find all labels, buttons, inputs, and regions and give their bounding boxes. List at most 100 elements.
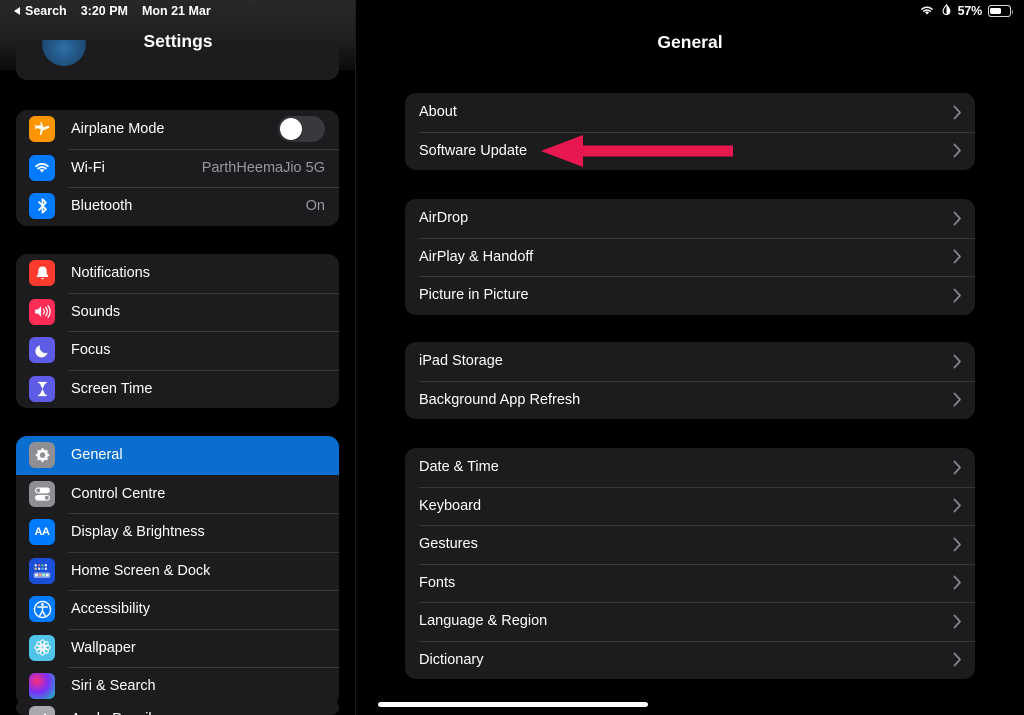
back-triangle-icon[interactable] <box>14 7 20 15</box>
detail-row-about[interactable]: About <box>405 93 975 132</box>
detail-group-device-info: About Software Update <box>405 93 975 170</box>
home-grid-icon <box>29 558 55 584</box>
detail-row-label: Background App Refresh <box>419 392 580 408</box>
sidebar-item-label: Home Screen & Dock <box>71 563 210 579</box>
ipad-settings-screen: Search 3:20 PM Mon 21 Mar 57% <box>0 0 1024 715</box>
detail-row-ipad-storage[interactable]: iPad Storage <box>405 342 975 381</box>
wifi-icon <box>919 4 935 19</box>
chevron-right-icon <box>953 460 962 475</box>
bluetooth-icon <box>29 193 55 219</box>
detail-row-label: Software Update <box>419 143 527 159</box>
sidebar-item-general[interactable]: General <box>16 436 339 475</box>
home-indicator-bar[interactable] <box>378 702 648 707</box>
status-bar-right: 57% <box>919 4 1024 19</box>
sidebar-item-wifi[interactable]: Wi-Fi ParthHeemaJio 5G <box>16 149 339 188</box>
sidebar-item-display-brightness[interactable]: AA Display & Brightness <box>16 513 339 552</box>
detail-row-picture-in-picture[interactable]: Picture in Picture <box>405 276 975 315</box>
gear-icon <box>29 442 55 468</box>
speaker-icon <box>29 299 55 325</box>
sidebar-item-focus[interactable]: Focus <box>16 331 339 370</box>
detail-group-localisation: Date & Time Keyboard Gestures Fonts <box>405 448 975 679</box>
chevron-right-icon <box>953 575 962 590</box>
detail-row-language-region[interactable]: Language & Region <box>405 602 975 641</box>
airplane-icon <box>29 116 55 142</box>
battery-icon <box>988 5 1011 17</box>
detail-row-label: Language & Region <box>419 613 547 629</box>
status-bar-left: Search 3:20 PM Mon 21 Mar <box>0 4 211 18</box>
detail-row-airplay-handoff[interactable]: AirPlay & Handoff <box>405 238 975 277</box>
status-bar-date: Mon 21 Mar <box>142 4 211 18</box>
sidebar-group-alerts: Notifications Sounds <box>16 254 339 408</box>
detail-row-background-app-refresh[interactable]: Background App Refresh <box>405 381 975 420</box>
chevron-right-icon <box>953 652 962 667</box>
bell-icon <box>29 260 55 286</box>
chevron-right-icon <box>953 143 962 158</box>
sidebar-item-label: Apple Pencil <box>71 711 152 715</box>
page-title: General <box>356 32 1024 53</box>
sidebar-item-label: Siri & Search <box>71 678 156 694</box>
chevron-right-icon <box>953 392 962 407</box>
bluetooth-state-value: On <box>306 198 325 214</box>
sidebar-item-label: Focus <box>71 342 111 358</box>
sidebar-item-home-screen-dock[interactable]: Home Screen & Dock <box>16 552 339 591</box>
sidebar-item-sounds[interactable]: Sounds <box>16 293 339 332</box>
wifi-network-value: ParthHeemaJio 5G <box>202 160 325 176</box>
toggle-knob <box>280 118 302 140</box>
chevron-right-icon <box>953 614 962 629</box>
sidebar-item-accessibility[interactable]: Accessibility <box>16 590 339 629</box>
detail-row-label: Picture in Picture <box>419 287 529 303</box>
sidebar-item-label: Display & Brightness <box>71 524 205 540</box>
detail-row-label: Gestures <box>419 536 478 552</box>
sidebar-item-label: Bluetooth <box>71 198 132 214</box>
general-detail-pane: General About Software Update AirDrop <box>356 0 1024 715</box>
sidebar-title: Settings <box>0 31 356 52</box>
sidebar-item-label: General <box>71 447 123 463</box>
detail-row-label: Fonts <box>419 575 455 591</box>
detail-row-label: Date & Time <box>419 459 499 475</box>
status-bar-back-label[interactable]: Search <box>25 4 67 18</box>
detail-row-label: AirDrop <box>419 210 468 226</box>
chevron-right-icon <box>953 354 962 369</box>
chevron-right-icon <box>953 498 962 513</box>
flower-icon <box>29 635 55 661</box>
sidebar-item-airplane-mode[interactable]: Airplane Mode <box>16 110 339 149</box>
sidebar-item-label: Wallpaper <box>71 640 136 656</box>
sidebar-item-label: Sounds <box>71 304 120 320</box>
airplane-mode-toggle[interactable] <box>278 116 325 142</box>
detail-group-sharing: AirDrop AirPlay & Handoff Picture in Pic… <box>405 199 975 315</box>
aa-text-icon: AA <box>29 519 55 545</box>
accessibility-icon <box>29 596 55 622</box>
sidebar-item-label: Notifications <box>71 265 150 281</box>
sidebar-item-apple-pencil[interactable]: Apple Pencil <box>16 700 339 715</box>
sidebar-item-control-centre[interactable]: Control Centre <box>16 475 339 514</box>
pencil-icon <box>29 706 55 715</box>
moon-icon <box>29 337 55 363</box>
sidebar-item-bluetooth[interactable]: Bluetooth On <box>16 187 339 226</box>
sidebar-item-label: Airplane Mode <box>71 121 165 137</box>
sidebar-item-label: Control Centre <box>71 486 165 502</box>
settings-sidebar: Settings Airplane Mode <box>0 0 356 715</box>
detail-row-gestures[interactable]: Gestures <box>405 525 975 564</box>
detail-row-label: Keyboard <box>419 498 481 514</box>
status-bar: Search 3:20 PM Mon 21 Mar 57% <box>0 0 1024 22</box>
sidebar-group-connectivity: Airplane Mode Wi-Fi ParthHeemaJio 5G <box>16 110 339 226</box>
detail-row-airdrop[interactable]: AirDrop <box>405 199 975 238</box>
detail-row-label: AirPlay & Handoff <box>419 249 533 265</box>
sidebar-item-screen-time[interactable]: Screen Time <box>16 370 339 409</box>
detail-row-fonts[interactable]: Fonts <box>405 564 975 603</box>
chevron-right-icon <box>953 105 962 120</box>
sidebar-item-notifications[interactable]: Notifications <box>16 254 339 293</box>
location-arrow-icon <box>941 4 952 19</box>
detail-row-label: Dictionary <box>419 652 483 668</box>
detail-row-keyboard[interactable]: Keyboard <box>405 487 975 526</box>
detail-row-dictionary[interactable]: Dictionary <box>405 641 975 680</box>
sidebar-item-label: Accessibility <box>71 601 150 617</box>
detail-group-storage: iPad Storage Background App Refresh <box>405 342 975 419</box>
battery-percent-label: 57% <box>958 4 982 18</box>
sidebar-item-wallpaper[interactable]: Wallpaper <box>16 629 339 668</box>
siri-orb-icon <box>29 673 55 699</box>
detail-row-software-update[interactable]: Software Update <box>405 132 975 171</box>
detail-row-label: iPad Storage <box>419 353 503 369</box>
detail-row-date-time[interactable]: Date & Time <box>405 448 975 487</box>
chevron-right-icon <box>953 537 962 552</box>
